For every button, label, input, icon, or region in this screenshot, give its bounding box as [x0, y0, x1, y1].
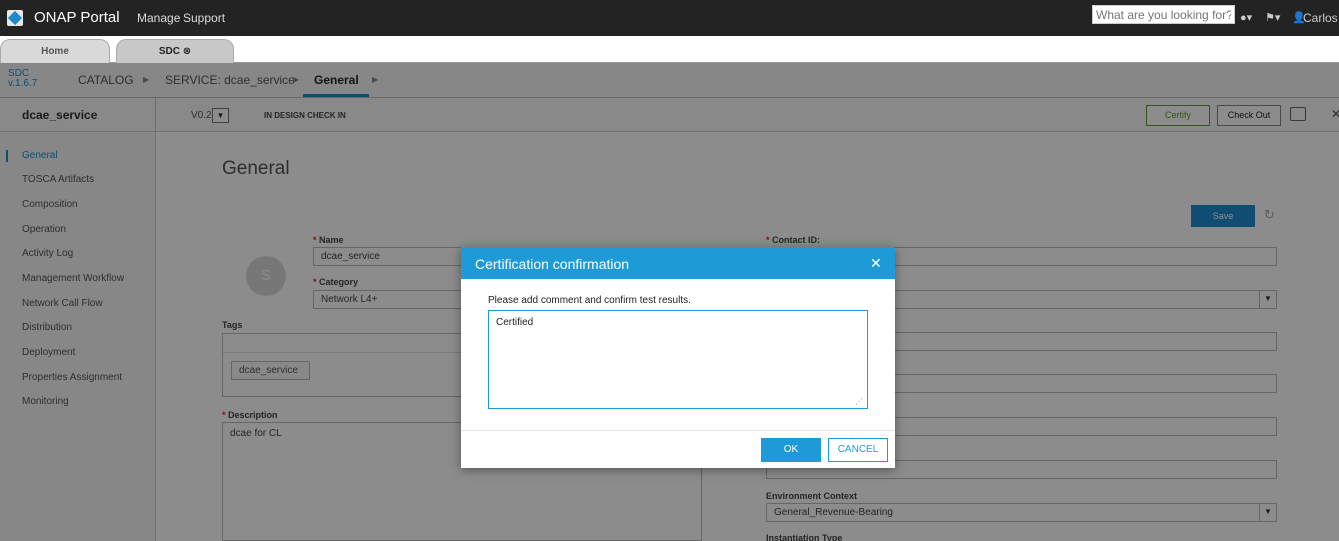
divider — [461, 430, 895, 431]
comment-textarea[interactable]: Certified — [488, 310, 868, 409]
app-tab-bar: Home SDC ⊗ — [0, 36, 1339, 63]
ok-button[interactable]: OK — [761, 438, 821, 462]
portal-title[interactable]: ONAP Portal — [34, 9, 120, 26]
close-icon[interactable]: ✕ — [870, 255, 882, 272]
onap-logo-icon[interactable] — [7, 10, 23, 26]
flag-icon[interactable]: ⚑▾ — [1265, 11, 1280, 24]
resize-handle-icon[interactable]: ⋰ — [855, 397, 863, 406]
search-input[interactable] — [1092, 5, 1235, 24]
top-navigation-bar: ONAP Portal Manage Support ●▾ ⚑▾ 👤 Carlo… — [0, 0, 1339, 36]
notifications-icon[interactable]: ●▾ — [1240, 11, 1252, 24]
dialog-title: Certification confirmation — [475, 256, 630, 272]
tab-sdc[interactable]: SDC ⊗ — [116, 39, 234, 63]
nav-support[interactable]: Support — [183, 11, 225, 25]
tab-home[interactable]: Home — [0, 39, 110, 63]
user-name[interactable]: Carlos — [1303, 11, 1338, 25]
cancel-button[interactable]: CANCEL — [828, 438, 888, 462]
certification-dialog: Certification confirmation ✕ Please add … — [461, 247, 895, 468]
dialog-instruction: Please add comment and confirm test resu… — [488, 295, 691, 306]
dialog-header: Certification confirmation ✕ — [461, 247, 895, 279]
nav-manage[interactable]: Manage — [137, 11, 180, 25]
